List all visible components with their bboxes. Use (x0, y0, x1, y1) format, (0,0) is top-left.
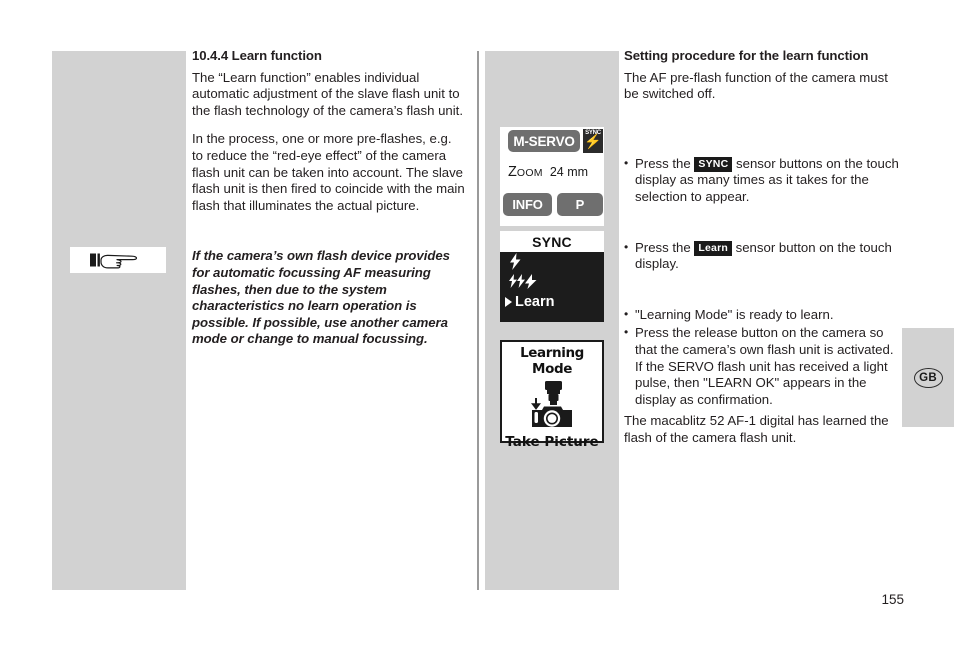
warning-note: If the camera’s own flash device provide… (192, 248, 450, 347)
sync-menu-title: SYNC (500, 231, 604, 252)
sync-option-single-flash[interactable] (509, 253, 522, 275)
procedure-heading: Setting procedure for the learn function (624, 48, 869, 63)
flash-status-display: M-SERVO SYNC ⚡ ZOOM 24 mm INFO P (500, 127, 604, 226)
info-button[interactable]: INFO (503, 193, 552, 216)
language-tab: GB (902, 328, 954, 427)
camera-with-flash-icon (502, 378, 602, 433)
section-heading: 10.4.4 Learn function (192, 48, 322, 63)
single-flash-icon (510, 253, 521, 270)
list-item: "Learning Mode" is ready to learn. (624, 306, 904, 324)
sync-menu-display: SYNC Learn (500, 231, 604, 322)
step-2-pre: Press the (635, 239, 695, 255)
paragraph-1: The “Learn function” enables individual … (192, 69, 463, 118)
learning-mode-display: Learning Mode Take Picture (500, 340, 604, 450)
learn-key-badge[interactable]: Learn (694, 240, 732, 256)
step-1-pre: Press the (635, 155, 695, 171)
program-mode-button[interactable]: P (557, 193, 603, 216)
learning-mode-title: Learning Mode (520, 345, 584, 377)
list-item: Press the SYNC sensor buttons on the tou… (624, 155, 904, 206)
column-divider (477, 51, 479, 590)
sync-option-learn[interactable]: Learn (505, 293, 555, 311)
caret-right-icon (505, 297, 512, 307)
pointing-hand-glyph (90, 253, 138, 269)
multi-flash-icon (509, 274, 537, 289)
procedure-intro: The AF pre-flash function of the camera … (624, 69, 888, 102)
zoom-label-first: Z (508, 164, 517, 180)
procedure-step-3: "Learning Mode" is ready to learn. (624, 306, 904, 324)
list-item: Press the release button on the camera s… (624, 324, 904, 408)
procedure-closing: The macablitz 52 AF-1 digital has learne… (624, 413, 889, 445)
procedure-step-4: Press the release button on the camera s… (624, 324, 904, 408)
step-3-text: "Learning Mode" is ready to learn. (635, 306, 834, 322)
zoom-readout: ZOOM 24 mm (508, 163, 588, 180)
paragraph-2: In the process, one or more pre-flashes,… (192, 131, 465, 213)
flash-bolt-icon: ⚡ (584, 133, 602, 149)
procedure-step-2: Press the Learn sensor button on the tou… (624, 239, 904, 273)
list-item: Press the Learn sensor button on the tou… (624, 239, 904, 273)
page-number: 155 (881, 592, 904, 607)
left-margin-panel (52, 51, 186, 590)
language-code-badge: GB (913, 367, 943, 388)
left-text-column: 10.4.4 Learn function The “Learn functio… (192, 48, 466, 348)
manual-page: 10.4.4 Learn function The “Learn functio… (0, 0, 954, 651)
zoom-label-rest: OOM (516, 167, 543, 179)
sync-menu-list: Learn (500, 252, 604, 322)
camera-with-flash-glyph (531, 380, 572, 427)
right-text-column: Setting procedure for the learn function… (624, 48, 904, 459)
learning-mode-footer: Take Picture (505, 434, 599, 450)
step-4-extra: If the SERVO flash unit has received a l… (635, 358, 888, 407)
sync-option-learn-label: Learn (515, 294, 555, 310)
sync-key-badge[interactable]: SYNC (694, 156, 733, 172)
mode-pill-m-servo[interactable]: M-SERVO (508, 130, 580, 152)
sync-option-multi-flash[interactable] (508, 274, 540, 293)
sync-indicator-badge[interactable]: SYNC ⚡ (583, 129, 603, 153)
pointing-hand-icon (70, 247, 166, 273)
procedure-step-1: Press the SYNC sensor buttons on the tou… (624, 155, 904, 206)
zoom-value: 24 mm (549, 165, 589, 179)
step-4-text: Press the release button on the camera s… (635, 325, 894, 357)
